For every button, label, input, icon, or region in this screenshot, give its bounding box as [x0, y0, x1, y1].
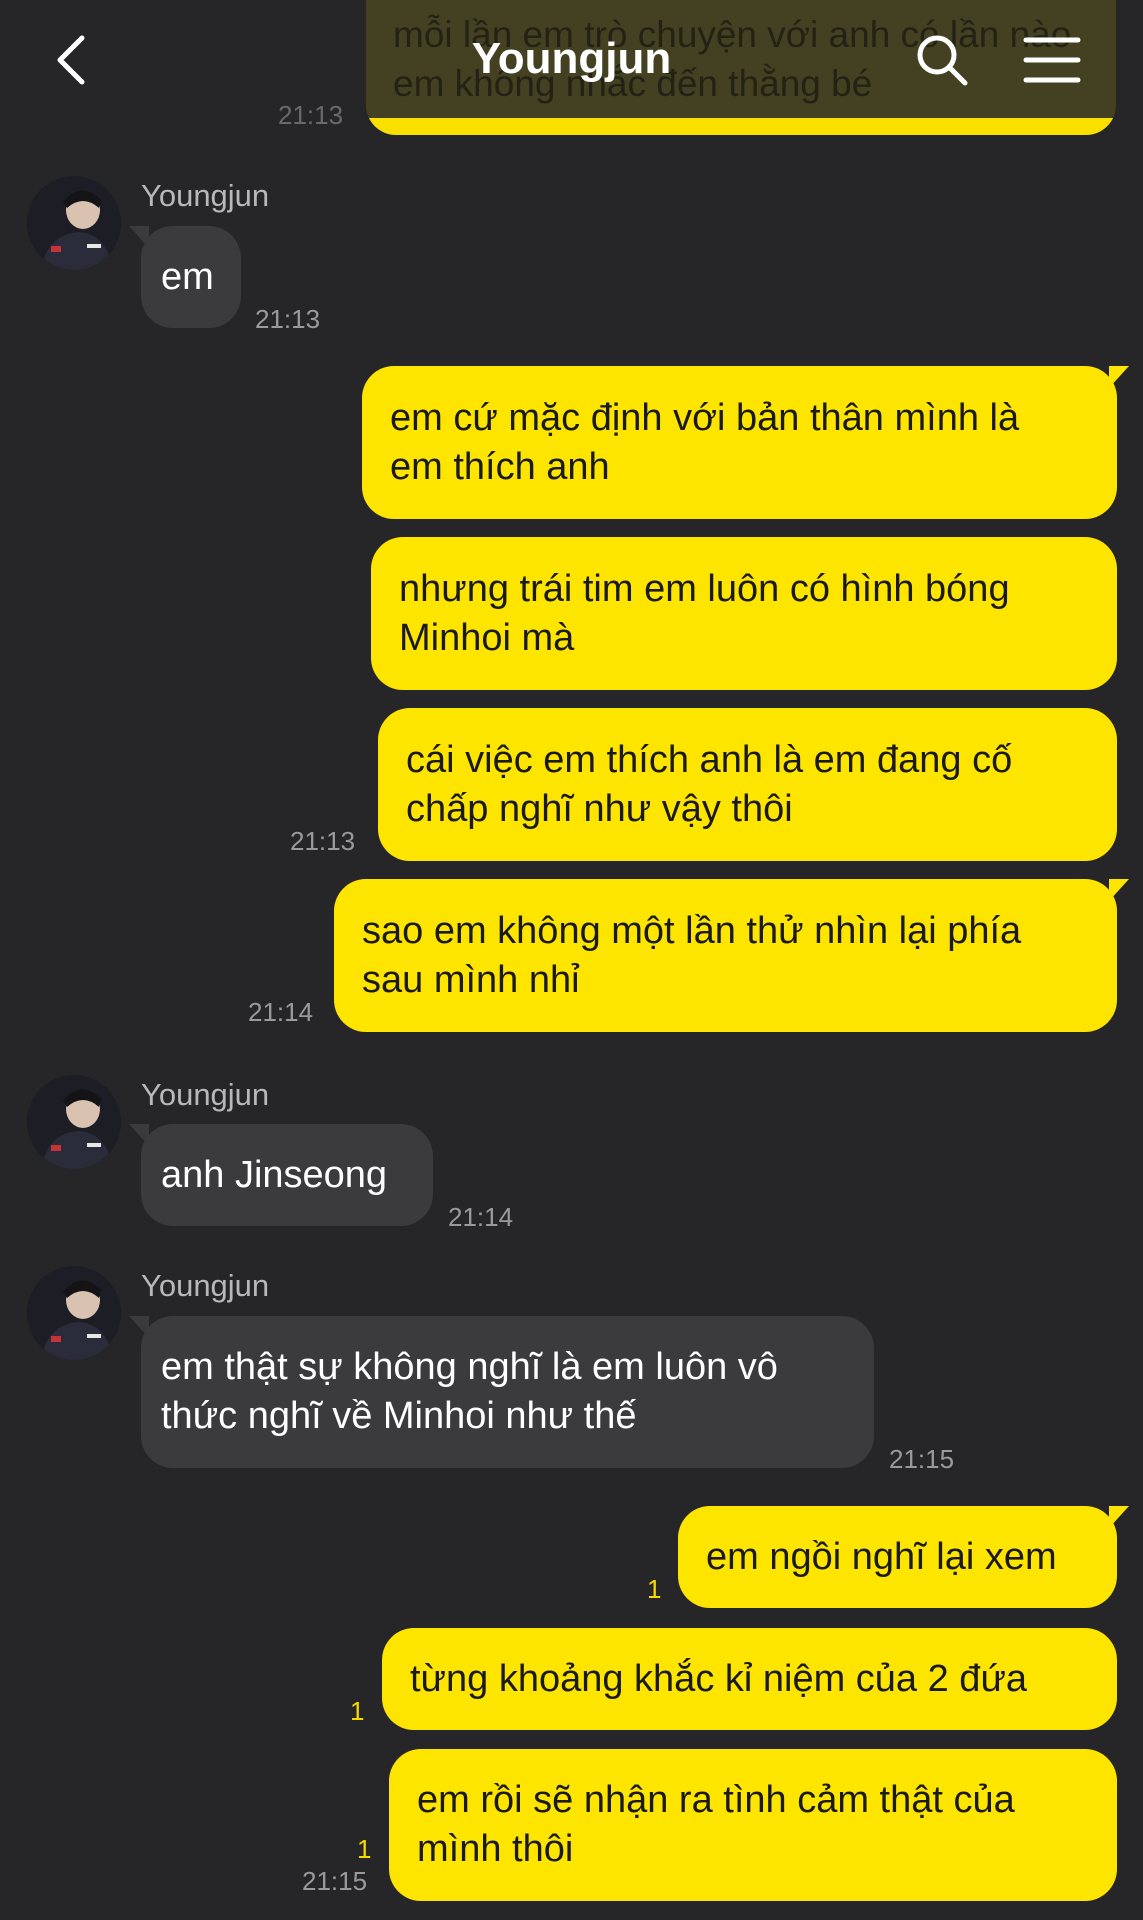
avatar[interactable]: [27, 176, 121, 270]
unread-count: 1: [647, 1574, 662, 1604]
search-icon: [917, 35, 968, 86]
message-text-line2: thức nghĩ về Minhoi như thế: [161, 1395, 637, 1437]
outgoing-message-bubble[interactable]: từng khoảng khắc kỉ niệm của 2 đứa: [382, 1628, 1117, 1730]
hamburger-menu-icon: [1023, 37, 1081, 83]
outgoing-message-bubble[interactable]: cái việc em thích anh là em đang cố chấp…: [378, 708, 1117, 861]
message-text-line1: sao em không một lần thử nhìn lại phía: [362, 910, 1022, 952]
avatar[interactable]: [27, 1266, 121, 1360]
chat-screen: mỗi lần em trò chuyện với anh có lần nào…: [0, 0, 1143, 1920]
message-text-line1: em thật sự không nghĩ là em luôn vô: [161, 1346, 778, 1388]
search-button[interactable]: [910, 28, 974, 92]
message-time: 21:14: [448, 1202, 514, 1232]
chat-header: Youngjun: [0, 0, 1143, 120]
message-text-line1: nhưng trái tim em luôn có hình bóng: [399, 568, 1010, 610]
outgoing-message-bubble[interactable]: nhưng trái tim em luôn có hình bóng Minh…: [371, 537, 1117, 690]
outgoing-message-bubble[interactable]: sao em không một lần thử nhìn lại phía s…: [334, 879, 1129, 1032]
message-time: 21:13: [290, 826, 356, 856]
message-text-line1: em rồi sẽ nhận ra tình cảm thật của: [417, 1779, 1015, 1821]
outgoing-message-bubble[interactable]: em rồi sẽ nhận ra tình cảm thật của mình…: [389, 1749, 1117, 1901]
message-time: 21:13: [255, 304, 321, 334]
message-text-line1: cái việc em thích anh là em đang cố: [406, 739, 1013, 781]
message-text-line2: sau mình nhỉ: [362, 959, 580, 1001]
message-time: 21:15: [889, 1444, 955, 1474]
sender-name: Youngjun: [141, 1268, 270, 1303]
sender-name: Youngjun: [141, 178, 270, 213]
message-text: em ngồi nghĩ lại xem: [706, 1536, 1057, 1578]
message-text-line2: chấp nghĩ như vậy thôi: [406, 788, 793, 830]
outgoing-message-bubble[interactable]: em cứ mặc định với bản thân mình là em t…: [362, 366, 1129, 519]
message-text: từng khoảng khắc kỉ niệm của 2 đứa: [410, 1658, 1028, 1700]
incoming-message-bubble[interactable]: em thật sự không nghĩ là em luôn vô thức…: [129, 1316, 874, 1468]
message-text-line2: mình thôi: [417, 1828, 574, 1870]
avatar-image: [27, 1266, 121, 1360]
incoming-message-bubble[interactable]: em: [129, 226, 241, 328]
outgoing-message-bubble[interactable]: em ngồi nghĩ lại xem: [678, 1506, 1129, 1608]
message-text: anh Jinseong: [161, 1154, 388, 1196]
avatar[interactable]: [27, 1075, 121, 1169]
message-text-line2: Minhoi mà: [399, 617, 575, 659]
avatar-image: [27, 1075, 121, 1169]
incoming-message-bubble[interactable]: anh Jinseong: [129, 1124, 433, 1226]
message-text-line1: em cứ mặc định với bản thân mình là: [390, 397, 1020, 439]
unread-count: 1: [350, 1696, 365, 1726]
message-time: 21:15: [302, 1866, 368, 1896]
avatar-image: [27, 176, 121, 270]
message-text-line2: em thích anh: [390, 446, 610, 488]
menu-button[interactable]: [1020, 28, 1084, 92]
message-time: 21:14: [248, 997, 314, 1027]
sender-name: Youngjun: [141, 1077, 270, 1112]
message-text: em: [161, 256, 214, 298]
unread-count: 1: [357, 1834, 372, 1864]
